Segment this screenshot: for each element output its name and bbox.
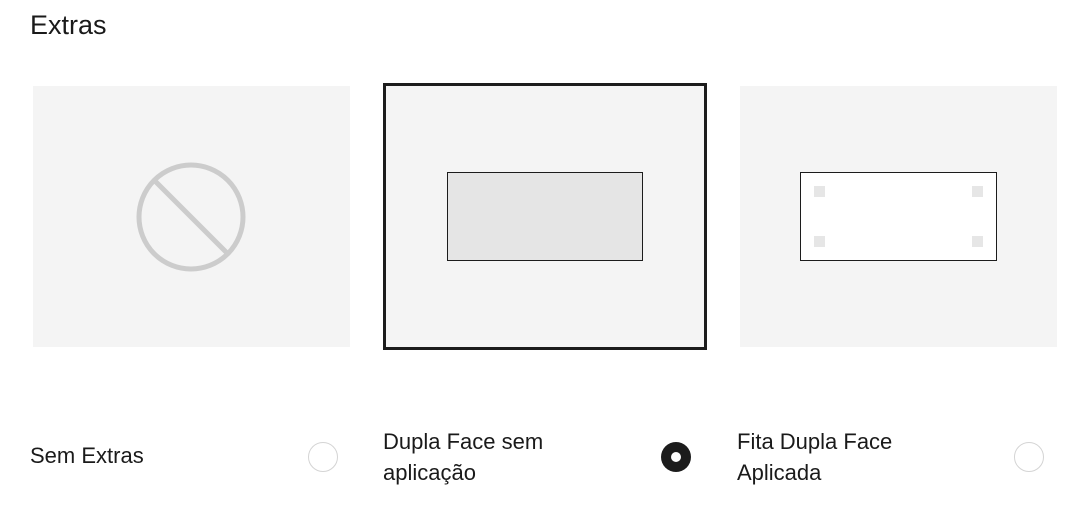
option-label[interactable]: Sem Extras — [30, 440, 270, 471]
option-card-sem-extras[interactable]: Sem Extras — [30, 83, 384, 493]
tape-corner-mark — [972, 236, 983, 247]
tape-corner-mark — [814, 186, 825, 197]
option-label[interactable]: Fita Dupla Face Aplicada — [737, 426, 977, 488]
option-card-fita-dupla-face-aplicada[interactable]: Fita Dupla Face Aplicada — [737, 83, 1087, 493]
option-card-dupla-face-sem-aplicacao[interactable]: Dupla Face sem aplicação — [383, 83, 737, 493]
option-thumbnail[interactable] — [383, 83, 707, 350]
option-thumbnail[interactable] — [740, 86, 1057, 347]
section-title: Extras — [30, 10, 107, 40]
option-label[interactable]: Dupla Face sem aplicação — [383, 426, 623, 488]
tape-applied-icon — [800, 172, 997, 261]
prohibited-icon — [136, 162, 246, 272]
tape-unapplied-icon — [447, 172, 643, 261]
radio-dot — [671, 452, 681, 462]
tape-corner-mark — [972, 186, 983, 197]
option-thumbnail[interactable] — [33, 86, 350, 347]
option-radio-selected[interactable] — [661, 442, 691, 472]
option-radio[interactable] — [308, 442, 338, 472]
option-radio[interactable] — [1014, 442, 1044, 472]
tape-corner-mark — [814, 236, 825, 247]
